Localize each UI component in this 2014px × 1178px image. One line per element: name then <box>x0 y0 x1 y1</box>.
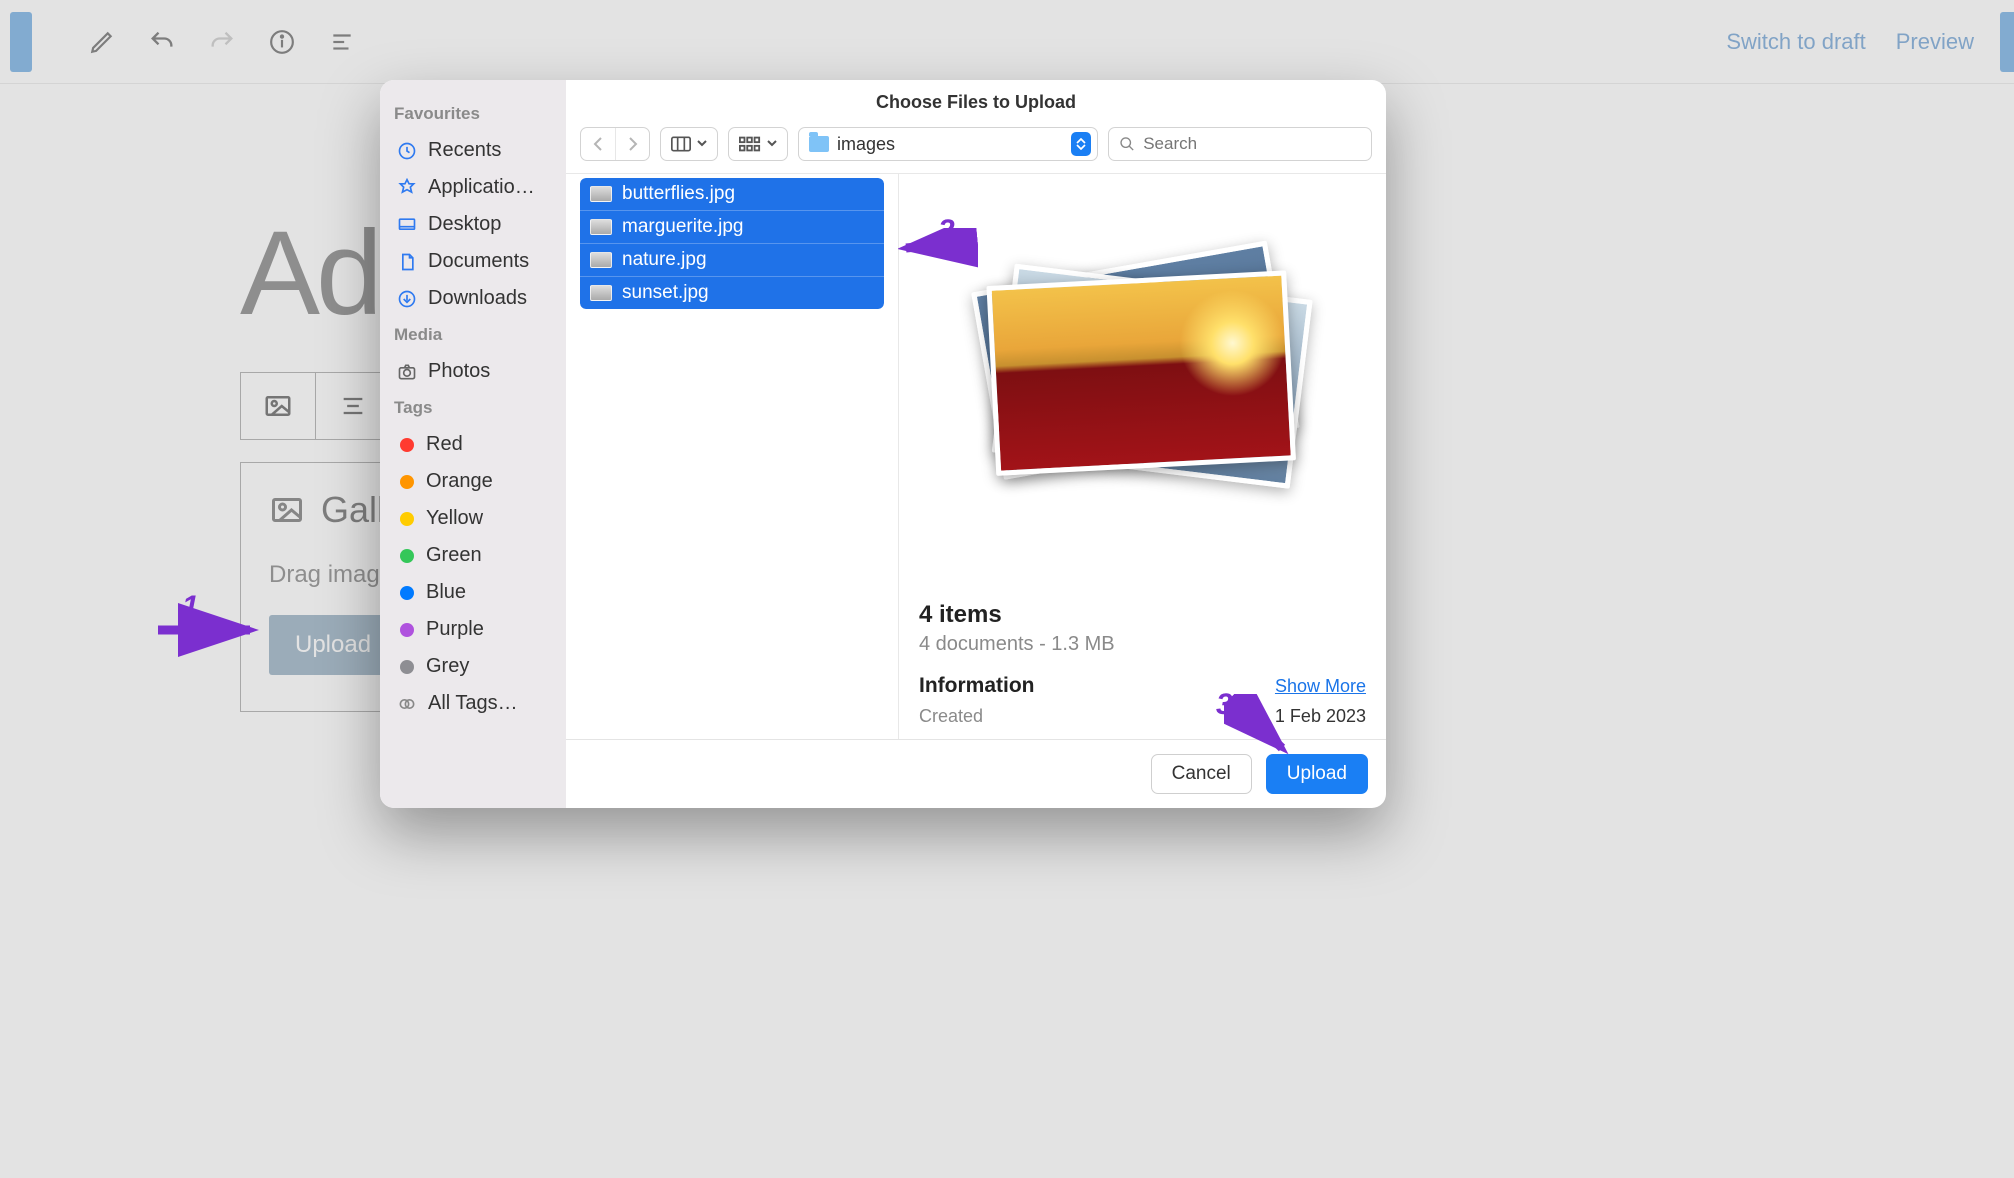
sidebar-item-photos[interactable]: Photos <box>392 353 554 390</box>
finder-toolbar: images <box>566 117 1386 173</box>
file-row[interactable]: sunset.jpg <box>580 277 884 309</box>
file-name: sunset.jpg <box>622 282 709 304</box>
tag-dot-icon <box>400 623 414 637</box>
file-thumbnail-icon <box>590 186 612 202</box>
tag-dot-icon <box>400 512 414 526</box>
info-item-size: 4 documents - 1.3 MB <box>919 633 1366 656</box>
annotation-arrow-1 <box>150 600 270 660</box>
tag-dot-icon <box>400 475 414 489</box>
search-field[interactable] <box>1108 127 1372 161</box>
sidebar-item-label: Documents <box>428 250 529 273</box>
folder-icon <box>809 136 829 152</box>
path-dropdown[interactable]: images <box>798 127 1098 161</box>
group-by-button[interactable] <box>728 127 788 161</box>
sidebar-item-applications[interactable]: Applicatio… <box>392 169 554 206</box>
file-thumbnail-icon <box>590 252 612 268</box>
sidebar-section-media: Media <box>392 325 554 345</box>
sidebar-item-documents[interactable]: Documents <box>392 243 554 280</box>
preview-thumbnail-stack <box>973 214 1313 524</box>
tag-dot-icon <box>400 438 414 452</box>
tag-dot-icon <box>400 660 414 674</box>
sidebar-item-downloads[interactable]: Downloads <box>392 280 554 317</box>
file-thumbnail-icon <box>590 285 612 301</box>
sidebar-item-label: Applicatio… <box>428 176 535 199</box>
file-name: butterflies.jpg <box>622 183 735 205</box>
annotation-arrow-2 <box>898 228 978 268</box>
information-heading: Information <box>919 674 1035 698</box>
sidebar-item-label: All Tags… <box>428 692 518 715</box>
file-row[interactable]: nature.jpg <box>580 244 884 277</box>
view-columns-button[interactable] <box>660 127 718 161</box>
info-created-label: Created <box>919 706 983 727</box>
finder-sidebar: Favourites Recents Applicatio… Desktop D… <box>380 80 566 808</box>
chevron-down-icon <box>697 140 707 148</box>
apps-icon <box>396 177 418 199</box>
info-item-count: 4 items <box>919 601 1366 629</box>
sidebar-item-label: Orange <box>426 470 493 493</box>
nav-back-forward <box>580 127 650 161</box>
search-input[interactable] <box>1143 134 1361 154</box>
sidebar-tag-red[interactable]: Red <box>392 426 554 463</box>
sidebar-item-recents[interactable]: Recents <box>392 132 554 169</box>
sidebar-item-label: Grey <box>426 655 469 678</box>
sidebar-item-label: Recents <box>428 139 501 162</box>
file-row[interactable]: butterflies.jpg <box>580 178 884 211</box>
sidebar-item-label: Purple <box>426 618 484 641</box>
chevron-down-icon <box>767 140 777 148</box>
sidebar-tag-orange[interactable]: Orange <box>392 463 554 500</box>
annotation-arrow-3 <box>1224 694 1304 764</box>
sidebar-tag-purple[interactable]: Purple <box>392 611 554 648</box>
file-row[interactable]: marguerite.jpg <box>580 211 884 244</box>
camera-icon <box>396 361 418 383</box>
sidebar-item-label: Red <box>426 433 463 456</box>
tag-dot-icon <box>400 586 414 600</box>
file-list-column: butterflies.jpg marguerite.jpg nature.jpg s… <box>566 174 899 739</box>
sidebar-item-all-tags[interactable]: All Tags… <box>392 685 554 722</box>
sidebar-item-label: Yellow <box>426 507 483 530</box>
sidebar-section-favourites: Favourites <box>392 104 554 124</box>
back-button[interactable] <box>581 128 615 160</box>
all-tags-icon <box>396 693 418 715</box>
sidebar-item-label: Downloads <box>428 287 527 310</box>
document-icon <box>396 251 418 273</box>
clock-icon <box>396 140 418 162</box>
file-name: nature.jpg <box>622 249 707 271</box>
desktop-icon <box>396 214 418 236</box>
file-name: marguerite.jpg <box>622 216 743 238</box>
tag-dot-icon <box>400 549 414 563</box>
sidebar-item-label: Green <box>426 544 482 567</box>
path-label: images <box>837 134 895 155</box>
download-icon <box>396 288 418 310</box>
search-icon <box>1119 135 1135 153</box>
sidebar-item-label: Desktop <box>428 213 501 236</box>
sidebar-tag-grey[interactable]: Grey <box>392 648 554 685</box>
sidebar-tag-yellow[interactable]: Yellow <box>392 500 554 537</box>
sidebar-item-label: Blue <box>426 581 466 604</box>
path-stepper-icon <box>1071 132 1091 156</box>
forward-button[interactable] <box>615 128 649 160</box>
sidebar-tag-blue[interactable]: Blue <box>392 574 554 611</box>
file-thumbnail-icon <box>590 219 612 235</box>
sidebar-section-tags: Tags <box>392 398 554 418</box>
sidebar-tag-green[interactable]: Green <box>392 537 554 574</box>
sidebar-item-desktop[interactable]: Desktop <box>392 206 554 243</box>
dialog-title: Choose Files to Upload <box>566 80 1386 117</box>
sidebar-item-label: Photos <box>428 360 490 383</box>
